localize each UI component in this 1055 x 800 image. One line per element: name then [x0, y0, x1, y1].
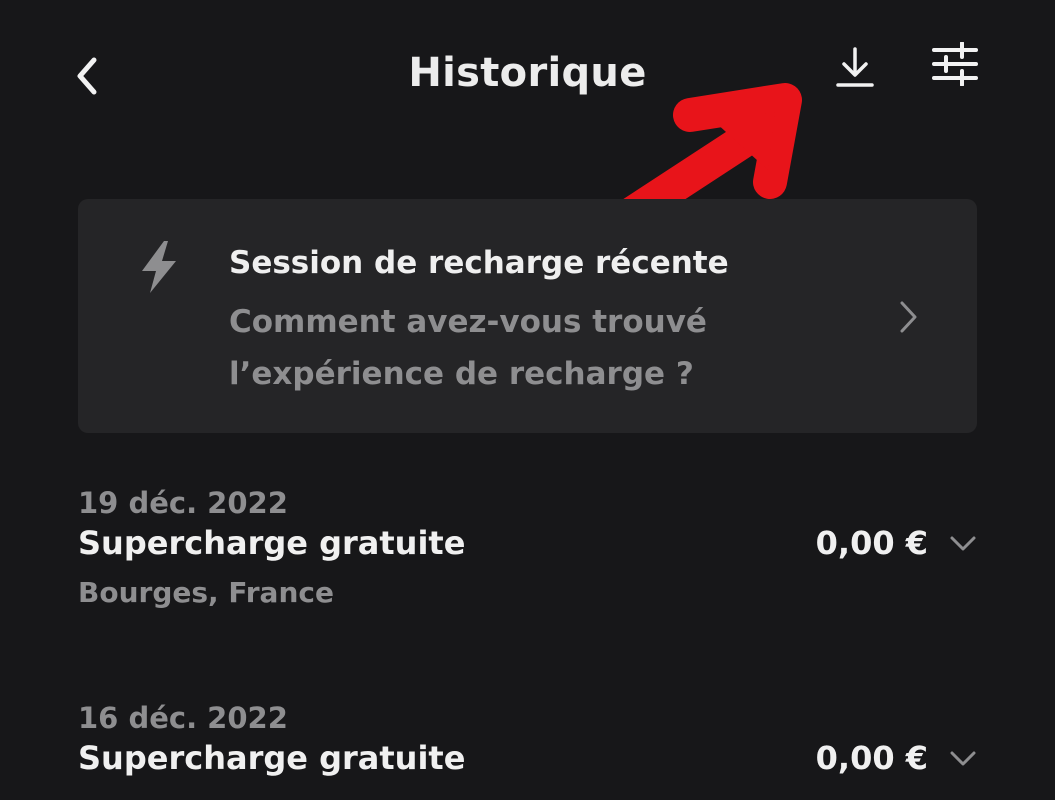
- entry-amount: 0,00 €: [815, 524, 928, 562]
- entry-date: 16 déc. 2022: [78, 701, 288, 735]
- sliders-icon: [932, 42, 978, 86]
- history-entry: 19 déc. 2022 Supercharge gratuite 0,00 €…: [78, 486, 978, 626]
- card-subtitle: Comment avez-vous trouvé l’expérience de…: [229, 304, 707, 392]
- chevron-right-icon: [900, 301, 917, 333]
- entry-amount: 0,00 €: [815, 739, 928, 777]
- entry-row[interactable]: Supercharge gratuite 0,00 €: [78, 739, 978, 785]
- download-icon: [836, 47, 874, 87]
- entry-title: Supercharge gratuite: [78, 524, 466, 562]
- charging-history-screen: Historique Session de recharge récente C: [0, 0, 1055, 800]
- chevron-down-icon[interactable]: [948, 532, 978, 556]
- entry-row[interactable]: Supercharge gratuite 0,00 €: [78, 524, 978, 570]
- filter-button[interactable]: [925, 36, 985, 92]
- entry-title: Supercharge gratuite: [78, 739, 466, 777]
- recent-session-card[interactable]: Session de recharge récente Comment avez…: [78, 199, 977, 433]
- history-entry: 16 déc. 2022 Supercharge gratuite 0,00 €: [78, 701, 978, 800]
- lightning-bolt-icon: [142, 241, 176, 293]
- card-title: Session de recharge récente: [229, 245, 729, 281]
- entry-date: 19 déc. 2022: [78, 486, 288, 520]
- entry-location: Bourges, France: [78, 576, 334, 609]
- download-button[interactable]: [826, 38, 884, 96]
- page-title: Historique: [408, 50, 647, 96]
- chevron-down-icon[interactable]: [948, 747, 978, 771]
